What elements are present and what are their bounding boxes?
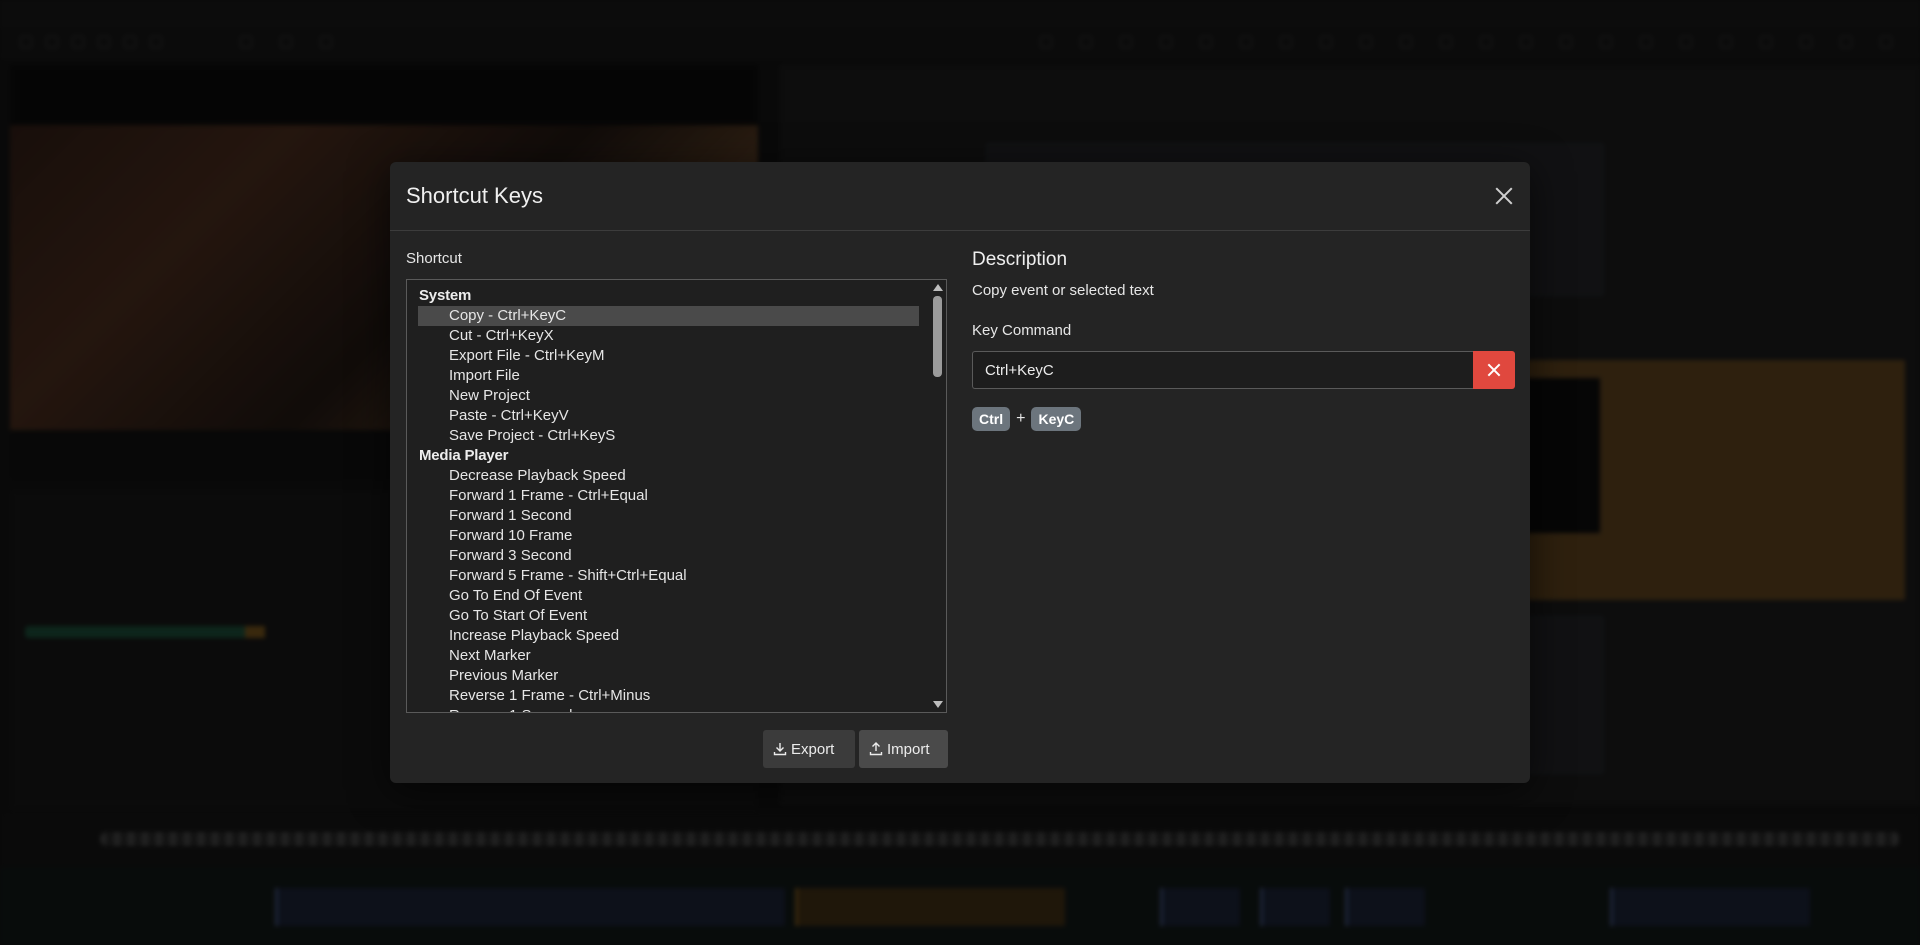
shortcut-item[interactable]: Cut - Ctrl+KeyX: [418, 326, 919, 346]
shortcut-item[interactable]: Next Marker: [418, 646, 919, 666]
group-title: System: [419, 287, 472, 304]
shortcut-item[interactable]: Export File - Ctrl+KeyM: [418, 346, 919, 366]
shortcut-label: Shortcut: [406, 250, 462, 267]
shortcut-item[interactable]: Go To End Of Event: [418, 586, 919, 606]
shortcut-item[interactable]: Decrease Playback Speed: [418, 466, 919, 486]
shortcut-list-items: System Copy - Ctrl+KeyC Cut - Ctrl+KeyX Exp…: [407, 280, 929, 712]
shortcut-item[interactable]: Increase Playback Speed: [418, 626, 919, 646]
shortcut-item[interactable]: Paste - Ctrl+KeyV: [418, 406, 919, 426]
shortcut-keys-dialog: Shortcut Keys Shortcut System Copy - Ctrl…: [390, 162, 1530, 783]
group-title: Media Player: [419, 447, 509, 464]
close-icon[interactable]: [1492, 184, 1516, 208]
shortcut-item[interactable]: New Project: [418, 386, 919, 406]
shortcut-item[interactable]: Reverse 1 Frame - Ctrl+Minus: [418, 686, 919, 706]
dialog-title: Shortcut Keys: [406, 183, 543, 208]
key-badge-modifier: Ctrl: [972, 407, 1011, 431]
shortcut-item[interactable]: Copy - Ctrl+KeyC: [418, 306, 919, 326]
shortcut-item[interactable]: Forward 1 Second: [418, 506, 919, 526]
shortcut-item[interactable]: Go To Start Of Event: [418, 606, 919, 626]
key-combination: Ctrl + KeyC: [972, 407, 1082, 431]
key-command-input[interactable]: [972, 351, 1473, 389]
scroll-down-icon[interactable]: [933, 701, 943, 708]
upload-icon: [869, 742, 883, 756]
shortcut-item[interactable]: Reverse 1 Second: [418, 706, 919, 712]
dialog-header: Shortcut Keys: [390, 162, 1530, 231]
scrollbar[interactable]: [929, 280, 946, 712]
shortcut-list[interactable]: System Copy - Ctrl+KeyC Cut - Ctrl+KeyX Exp…: [406, 279, 947, 713]
shortcut-item[interactable]: Save Project - Ctrl+KeyS: [418, 426, 919, 446]
import-button[interactable]: Import: [859, 730, 948, 768]
key-command-label: Key Command: [972, 322, 1072, 339]
description-title: Description: [972, 249, 1068, 270]
scrollbar-thumb[interactable]: [933, 296, 942, 377]
shortcut-item[interactable]: Forward 3 Second: [418, 546, 919, 566]
description-text: Copy event or selected text: [972, 282, 1154, 299]
scroll-up-icon[interactable]: [933, 284, 943, 291]
shortcut-item[interactable]: Previous Marker: [418, 666, 919, 686]
shortcut-item[interactable]: Forward 5 Frame - Shift+Ctrl+Equal: [418, 566, 919, 586]
shortcut-item[interactable]: Import File: [418, 366, 919, 386]
import-label: Import: [887, 740, 930, 758]
export-button[interactable]: Export: [763, 730, 855, 768]
shortcut-item[interactable]: Forward 1 Frame - Ctrl+Equal: [418, 486, 919, 506]
plus-sign: +: [1016, 410, 1026, 427]
download-icon: [773, 742, 787, 756]
export-label: Export: [791, 740, 835, 758]
shortcut-item[interactable]: Forward 10 Frame: [418, 526, 919, 546]
clear-key-button[interactable]: [1473, 351, 1515, 389]
key-badge-key: KeyC: [1031, 407, 1082, 431]
